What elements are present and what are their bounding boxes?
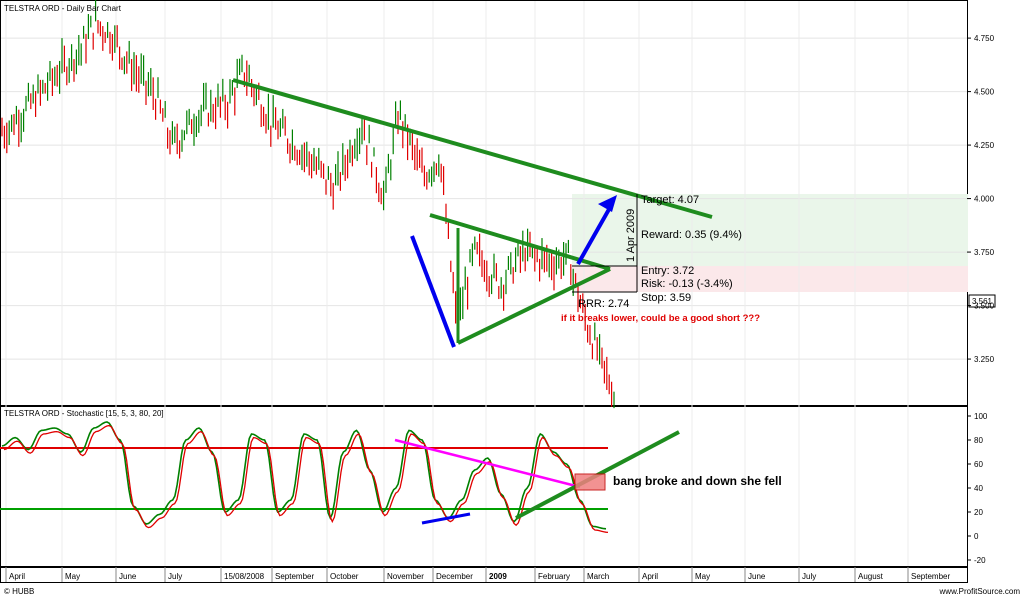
x-tick-label: October [330,572,359,581]
x-tick-label: December [436,572,473,581]
x-tick-label: June [119,572,137,581]
stop-label: Stop: 3.59 [641,292,691,304]
y-tick-label: 3.250 [974,355,995,364]
y-tick-label: 4.750 [974,34,995,43]
x-tick-label: September [275,572,314,581]
stoch-y-tick-label: 20 [974,508,983,517]
reward-label: Reward: 0.35 (9.4%) [641,229,742,241]
entry-label: Entry: 3.72 [641,265,694,277]
x-tick-label: July [168,572,182,581]
stoch-y-tick-label: 80 [974,436,983,445]
stoch-panel [0,406,968,567]
footer-left: © HUBB [4,587,34,596]
x-tick-label: July [802,572,816,581]
break-box [574,473,606,491]
stoch-y-tick-label: -20 [974,556,986,565]
x-tick-label: April [9,572,25,581]
x-tick-label: 2009 [489,572,507,581]
footer-right: www.ProfitSource.com [939,587,1021,596]
stoch-title: TELSTRA ORD - Stochastic [15, 5, 3, 80, … [4,409,164,418]
stock-chart: Target: 4.07 Reward: 0.35 (9.4%) Entry: … [0,0,1021,596]
stoch-y-tick-label: 100 [974,412,988,421]
y-tick-label: 4.250 [974,141,995,150]
x-tick-label: May [695,572,710,581]
x-tick-label: September [911,572,950,581]
date-vertical-label: 1 Apr 2009 [625,209,637,262]
target-label: Target: 4.07 [641,194,699,206]
x-tick-label: November [387,572,424,581]
x-tick-label: February [538,572,570,581]
x-tick-label: April [642,572,658,581]
stoch-y-tick-label: 60 [974,460,983,469]
x-tick-label: 15/08/2008 [224,572,265,581]
rr-label: RRR: 2.74 [578,298,629,310]
y-tick-label: 3.750 [974,248,995,257]
bang-note: bang broke and down she fell [613,474,782,488]
x-tick-label: June [748,572,766,581]
y-tick-label: 4.500 [974,88,995,97]
x-tick-label: March [587,572,609,581]
risk-label: Risk: -0.13 (-3.4%) [641,278,733,290]
price-title: TELSTRA ORD - Daily Bar Chart [4,4,122,13]
y-tick-label: 4.000 [974,195,995,204]
stoch-y-tick-label: 40 [974,484,983,493]
short-note: if it breaks lower, could be a good shor… [561,313,760,324]
y-tick-label: 3.500 [974,302,995,311]
x-tick-label: May [65,572,80,581]
x-tick-label: August [858,572,884,581]
stoch-y-tick-label: 0 [974,532,979,541]
time-axis [0,567,968,583]
risk-zone [572,266,968,292]
